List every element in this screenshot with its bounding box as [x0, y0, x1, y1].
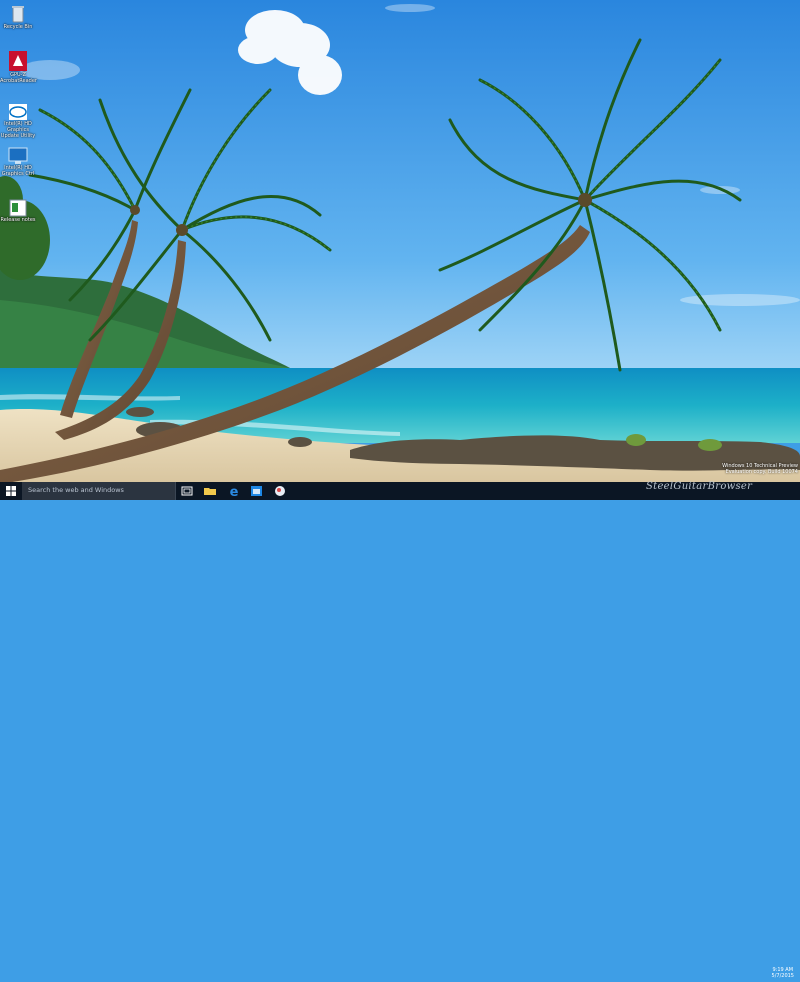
- desktop-icon-label: GPU-Z AcrobatReader: [0, 72, 37, 84]
- clock-date: 5/7/2015: [771, 973, 794, 979]
- desktop-icon-intel-hd[interactable]: Intel(R) HD Graphics Update Utility: [0, 103, 36, 139]
- search-placeholder: Search the web and Windows: [28, 486, 124, 494]
- file-explorer-button[interactable]: [200, 483, 220, 499]
- app-button[interactable]: [270, 483, 290, 499]
- app-icon: [275, 486, 285, 496]
- desktop-icon-label: Release notes: [0, 217, 36, 223]
- clock[interactable]: 9:19 AM 5/7/2015: [772, 967, 794, 979]
- desktop-icon-label: Intel(R) HD Graphics Update Utility: [0, 121, 36, 139]
- monitor-icon: [8, 147, 28, 164]
- system-tray: 9:19 AM 5/7/2015: [715, 964, 800, 982]
- svg-text:e: e: [230, 485, 239, 499]
- task-view-icon: [181, 486, 193, 496]
- store-icon: [251, 486, 262, 496]
- edge-icon: e: [230, 485, 239, 500]
- site-watermark: SteelGuitarBrowser: [646, 481, 753, 492]
- desktop-icon-label: Intel(R) HD Graphics Ctrl: [1, 165, 35, 177]
- task-view-button[interactable]: [177, 483, 197, 499]
- desktop-icon-release-notes[interactable]: Release notes: [0, 199, 36, 223]
- desktop-wallpaper: [0, 0, 800, 484]
- app-icon: [9, 51, 27, 71]
- edge-button[interactable]: e: [224, 483, 244, 500]
- windows-watermark: Windows 10 Technical Preview Evaluation …: [720, 463, 798, 475]
- watermark-line2: Evaluation copy. Build 10074: [725, 469, 798, 475]
- desktop-icon-intel-graphics[interactable]: Intel(R) HD Graphics Ctrl: [0, 147, 36, 177]
- store-button[interactable]: [247, 483, 267, 499]
- start-button[interactable]: [0, 482, 22, 500]
- document-icon: [9, 199, 27, 217]
- recycle-bin-icon: [12, 6, 24, 23]
- desktop-icon-recycle-bin[interactable]: Recycle Bin: [0, 4, 36, 30]
- desktop-icon-label: Recycle Bin: [3, 24, 33, 30]
- search-input[interactable]: Search the web and Windows: [22, 482, 176, 500]
- intel-icon: [9, 104, 27, 120]
- desktop-icon-gpu-z[interactable]: GPU-Z AcrobatReader: [0, 50, 37, 84]
- start-icon: [6, 486, 16, 496]
- file-explorer-icon: [204, 488, 216, 495]
